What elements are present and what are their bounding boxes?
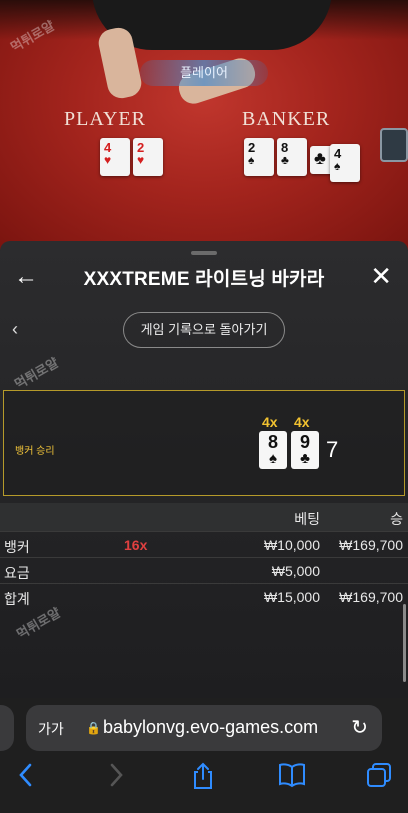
back-to-history-button[interactable]: 게임 기록으로 돌아가기 — [123, 312, 285, 348]
watermark: 먹튀로얄 — [11, 354, 61, 392]
chevron-left-icon — [19, 763, 32, 787]
close-icon[interactable]: ✕ — [370, 261, 392, 292]
result-card: 8 ♠ — [259, 431, 287, 469]
text-size-button[interactable]: 가가 — [38, 719, 64, 739]
card-multiplier: 4x — [262, 414, 278, 430]
tabs-button[interactable] — [366, 762, 392, 795]
hand-total: 7 — [326, 437, 339, 462]
previous-tab-peek[interactable] — [0, 705, 14, 751]
row-label: 합계 — [4, 591, 30, 607]
bet-table: 베팅 승 뱅커 16x ₩10,000 ₩169,700 요금 ₩5,000 합… — [0, 503, 408, 610]
player-card-1: 4 ♥ — [100, 138, 130, 176]
book-icon — [279, 763, 305, 788]
banker-label: BANKER — [242, 108, 331, 130]
win-column-header: 승 — [390, 511, 403, 527]
bet-column-header: 베팅 — [294, 511, 320, 527]
scrollbar[interactable] — [403, 604, 406, 682]
sheet-title: XXXTREME 라이트닝 바카라 — [83, 269, 325, 290]
tabs-icon — [367, 763, 391, 787]
row-bet: ₩10,000 — [263, 537, 320, 553]
share-icon — [194, 762, 212, 789]
chevron-right-icon — [110, 763, 123, 787]
browser-toolbar: 가가 🔒 babylonvg.evo-games.com ↻ — [0, 698, 408, 813]
table-header: 베팅 승 — [0, 503, 408, 532]
card-multiplier: 4x — [294, 414, 310, 430]
forward-button[interactable] — [106, 762, 126, 795]
row-win: ₩169,700 — [339, 589, 403, 605]
back-button[interactable] — [16, 762, 36, 795]
row-label: 뱅커 — [4, 539, 30, 555]
back-arrow-icon[interactable]: ← — [14, 263, 38, 291]
row-bet: ₩5,000 — [271, 563, 320, 579]
game-video: 먹튀로얄 플레이어 PLAYER BANKER 4 ♥ 2 ♥ 2 ♠ 8 ♣ ♣ 4 ♠ — [0, 0, 408, 250]
share-button[interactable] — [190, 762, 216, 797]
table-row: 합계 ₩15,000 ₩169,700 — [0, 584, 408, 610]
result-card: 9 ♣ — [291, 431, 319, 469]
player-indicator-pill: 플레이어 — [140, 60, 268, 86]
row-multiplier: 16x — [124, 537, 148, 553]
row-win: ₩169,700 — [339, 537, 403, 553]
player-card-2: 2 ♥ — [133, 138, 163, 176]
card-shoe — [380, 128, 408, 162]
result-label: 뱅커 승리 — [15, 446, 55, 457]
banker-card-1: 2 ♠ — [244, 138, 274, 176]
lock-icon: 🔒 — [86, 721, 101, 735]
round-result-panel: 뱅커 승리 4x 4x 8 ♠ 9 ♣ 7 — [3, 390, 405, 496]
address-bar[interactable]: 가가 🔒 babylonvg.evo-games.com ↻ — [26, 705, 382, 751]
banker-card-2: 8 ♣ — [277, 138, 307, 176]
table-row: 뱅커 16x ₩10,000 ₩169,700 — [0, 532, 408, 558]
reload-icon[interactable]: ↻ — [351, 715, 368, 740]
player-label: PLAYER — [64, 108, 146, 130]
row-label: 요금 — [4, 565, 30, 581]
sheet-grabber[interactable] — [191, 251, 217, 255]
banker-card-4: 4 ♠ — [330, 144, 360, 182]
game-history-sheet: ← XXXTREME 라이트닝 바카라 ✕ ‹ 게임 기록으로 돌아가기 먹튀로… — [0, 241, 408, 698]
table-row: 요금 ₩5,000 — [0, 558, 408, 584]
chevron-left-icon[interactable]: ‹ — [12, 319, 18, 340]
url-text[interactable]: babylonvg.evo-games.com — [103, 717, 318, 738]
row-bet: ₩15,000 — [263, 589, 320, 605]
bookmarks-button[interactable] — [278, 762, 306, 795]
